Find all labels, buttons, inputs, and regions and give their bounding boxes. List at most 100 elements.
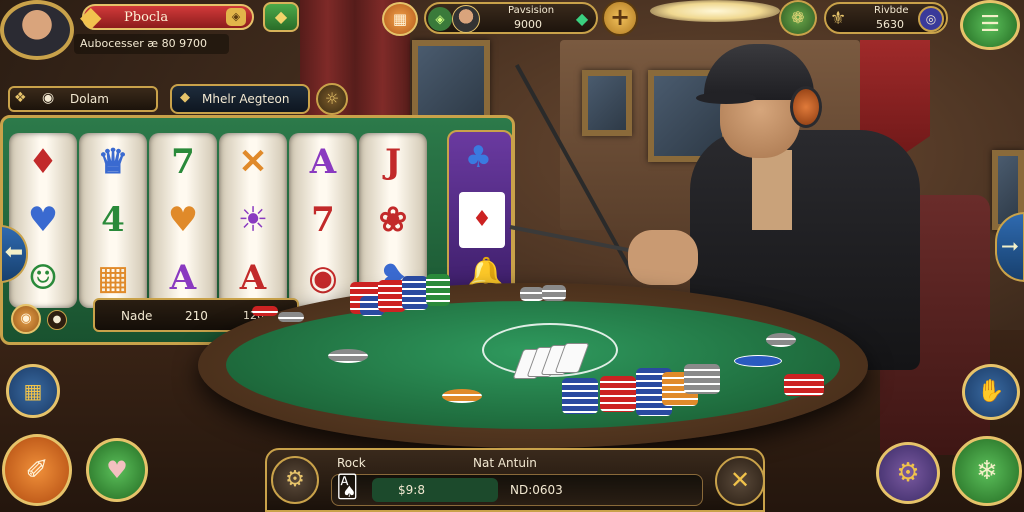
slot-bet-value: 210 (185, 309, 208, 323)
settings-sun-button[interactable]: ☼ (316, 83, 348, 115)
opponent-avatar[interactable] (452, 5, 480, 33)
position-value: 9000 (514, 18, 542, 31)
coin-icon: ❖ (14, 90, 27, 106)
options-button[interactable]: ⚙ (271, 456, 319, 504)
dealer-token (734, 355, 782, 367)
coin-panel[interactable]: ❖ ◉ Dolam (8, 86, 158, 112)
action-label-2: Nat Antuin (473, 456, 537, 470)
diamond-icon: ◆ (180, 90, 190, 105)
slot-symbol: ❀ (378, 200, 408, 240)
globe-icon: ❁ (791, 8, 805, 27)
menu-button[interactable]: ☰ (960, 0, 1020, 50)
gem-icon: ◆ (274, 7, 288, 26)
player-hand (628, 230, 698, 285)
resource-label: Rivbde (874, 5, 909, 16)
chip-stack[interactable] (426, 274, 450, 306)
resource-panel: ⚜ Rivbde 5630 ◎ (824, 2, 948, 34)
coin-label: Dolam (70, 92, 109, 106)
bet-coin-button[interactable]: ◉ (11, 304, 41, 334)
headphone-icon (790, 86, 822, 128)
game-selector-label: Mhelr Aegteon (202, 92, 290, 106)
slot-symbol: 4 (101, 200, 125, 240)
shop-button[interactable]: ▦ (382, 2, 418, 36)
close-icon: ✕ (729, 466, 751, 494)
arrow-right-icon: ⭢ (1001, 233, 1019, 258)
resource-value: 5630 (876, 18, 904, 31)
emblem-icon[interactable]: ◎ (918, 6, 944, 32)
club-icon: ♣ (465, 140, 492, 175)
rank-badge[interactable]: ◈ (226, 8, 246, 26)
slot-symbol: ☀ (237, 200, 269, 240)
settings-button[interactable]: ⚙ (876, 442, 940, 504)
fishing-button[interactable]: ♥ (86, 438, 148, 502)
gear-icon: ⚙ (285, 467, 305, 492)
game-selector[interactable]: ◆ Mhelr Aegteon (170, 84, 310, 114)
chip[interactable] (328, 349, 368, 363)
gem-icon: ◆ (80, 0, 102, 33)
chip-stack[interactable] (562, 378, 598, 414)
arrow-left-icon: ⬅ (4, 240, 24, 265)
chip-stack[interactable] (252, 306, 278, 316)
diamond-icon: ◆ (575, 9, 589, 28)
gear-icon: ⚙ (896, 458, 920, 488)
plus-icon: + (609, 3, 631, 31)
position-label: Pavsision (508, 5, 555, 16)
chip-stack[interactable] (520, 287, 544, 301)
green-gem-button[interactable]: ◆ (263, 2, 299, 32)
globe-icon: ◈ (428, 7, 452, 31)
close-button[interactable]: ✕ (715, 456, 765, 506)
world-button[interactable]: ❁ (779, 0, 817, 36)
slot-symbol: 7 (311, 200, 335, 240)
slot-symbol: ✕ (238, 142, 268, 182)
player-name: Pbocla (124, 9, 169, 25)
emote-button[interactable]: ✋ (962, 364, 1020, 420)
ceiling-lamp (650, 0, 780, 22)
slot-reel: 7 ♥ A (149, 133, 217, 308)
hand-value: $9:8 (398, 483, 425, 497)
player-character-neck (752, 150, 792, 230)
wall-painting (412, 40, 490, 124)
chip-stack[interactable] (402, 276, 428, 310)
player-subtitle: Aubocesser æ 80 9700 (74, 34, 229, 54)
chip[interactable] (766, 333, 796, 347)
slot-symbol: ♛ (97, 142, 129, 182)
card-icon: ♦ (459, 192, 505, 248)
inventory-button[interactable]: ❄ (952, 436, 1022, 506)
poker-table (198, 283, 868, 448)
player-name-bar: ◆ Pbocla ◈ (80, 0, 254, 33)
action-label: Rock (337, 456, 366, 470)
position-panel: ◈ Pavsision 9000 ◆ (424, 2, 598, 34)
menu-icon: ☰ (980, 12, 1000, 37)
hand-total: ND:0603 (510, 483, 563, 497)
hand-value-field: $9:8 (372, 478, 498, 502)
slot-symbol: ♥ (167, 200, 199, 240)
stats-button[interactable]: ▦ (6, 364, 60, 418)
player-cap-brim (696, 92, 756, 104)
chip-stack[interactable] (684, 364, 720, 394)
cards-icon: 🂡 (336, 475, 359, 500)
chip-stack[interactable] (278, 312, 304, 322)
wall-painting (582, 70, 632, 136)
bottom-action-bar: ⚙ Rock Nat Antuin 🂡 $9:8 ND:0603 ✕ (265, 448, 765, 512)
chip-stack[interactable] (784, 374, 824, 396)
chip[interactable] (442, 389, 482, 403)
slot-reel: ♦ ♥ ☺ (9, 133, 77, 308)
add-currency-button[interactable]: + (602, 0, 638, 36)
slot-reel: ✕ ☀ A (219, 133, 287, 308)
slot-reel: A 7 ◉ (289, 133, 357, 308)
slot-symbol: ♦ (27, 142, 59, 182)
slot-symbol: 7 (171, 142, 195, 182)
hand-info-panel: 🂡 $9:8 ND:0603 (331, 474, 703, 506)
fan-icon: ⚜ (830, 8, 847, 29)
slot-bet-label: Nade (121, 309, 153, 323)
slot-reel: ♛ 4 ▦ (79, 133, 147, 308)
chip-stack[interactable] (600, 376, 636, 412)
player-avatar[interactable] (0, 0, 74, 60)
slot-symbol: J (384, 142, 402, 182)
table-felt[interactable] (226, 301, 840, 429)
chip-stack[interactable] (542, 285, 566, 301)
token-icon: ◉ (42, 90, 55, 106)
feather-button[interactable]: ✐ (2, 434, 72, 506)
bet-level-badge: ● (47, 310, 67, 330)
slot-symbol: A (309, 142, 337, 182)
